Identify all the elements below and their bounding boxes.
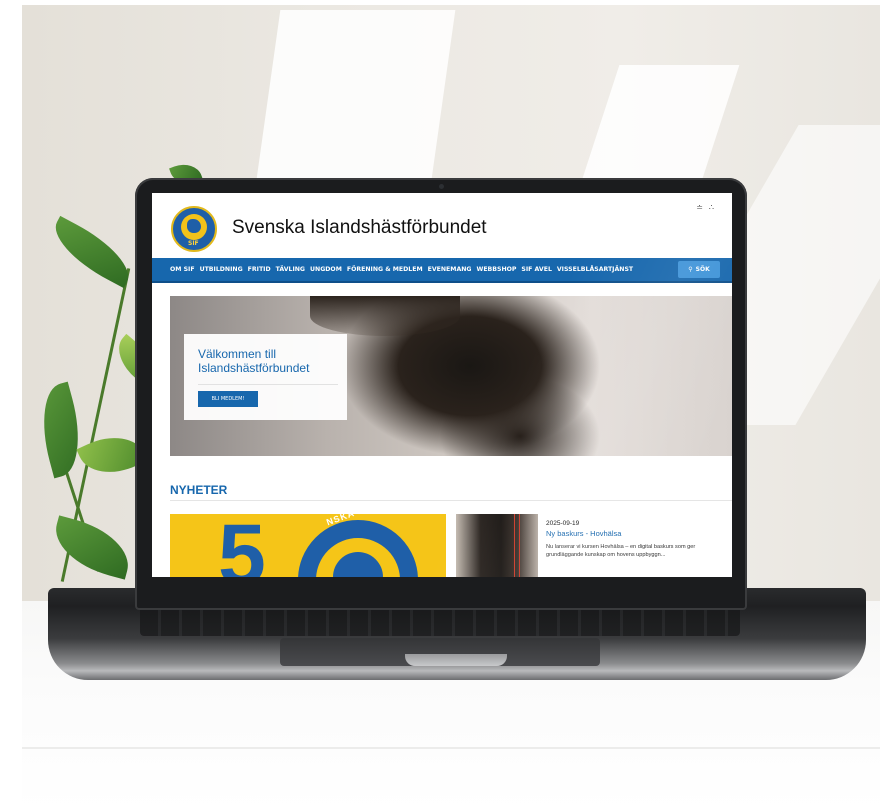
anniversary-number: 5	[218, 514, 266, 577]
main-navigation: OM SIF UTBILDNING FRITID TÄVLING UNGDOM …	[152, 258, 732, 283]
thumbnail-detail	[519, 514, 520, 577]
news-divider	[170, 500, 732, 501]
sunlight-patch	[253, 10, 456, 200]
nav-item-utbildning[interactable]: UTBILDNING	[200, 266, 243, 273]
news-description: Nu lanserar vi kursen Hovhälsa – en digi…	[546, 544, 696, 558]
hero-banner: Välkommen till Islandshästförbundet BLI …	[170, 296, 732, 456]
nav-items: OM SIF UTBILDNING FRITID TÄVLING UNGDOM …	[170, 266, 633, 273]
thumbnail-detail	[514, 514, 515, 577]
become-member-button[interactable]: BLI MEDLEM!	[198, 391, 258, 407]
search-icon: ⚲	[688, 266, 693, 273]
rss-icon[interactable]: ≐	[696, 203, 709, 212]
nav-item-sif-avel[interactable]: SIF AVEL	[521, 266, 551, 273]
top-utility-icons: ≐∴	[696, 203, 720, 212]
horse-image	[310, 296, 460, 336]
table-edge	[22, 747, 880, 749]
logo-text: SIF	[188, 240, 199, 247]
site-title[interactable]: Svenska Islandshästförbundet	[232, 217, 487, 239]
horse-icon	[333, 552, 383, 577]
news-item[interactable]: 2025-09-19 Ny baskurs - Hovhälsa Nu lans…	[456, 514, 732, 577]
nav-item-visselblasartjanst[interactable]: VISSELBLÅSARTJÄNST	[557, 266, 633, 273]
news-date: 2025-09-19	[546, 520, 580, 527]
laptop-keyboard	[140, 606, 740, 636]
sif-emblem	[298, 520, 418, 577]
sitemap-icon[interactable]: ∴	[709, 203, 720, 212]
site-header: SIF Svenska Islandshästförbundet ≐∴	[152, 193, 732, 257]
laptop-notch	[405, 654, 507, 666]
nav-item-forening-medlem[interactable]: FÖRENING & MEDLEM	[347, 266, 423, 273]
browser-screen: SIF Svenska Islandshästförbundet ≐∴ OM S…	[152, 193, 732, 577]
sif-logo[interactable]: SIF	[171, 206, 217, 252]
search-button[interactable]: ⚲ SÖK	[678, 261, 720, 278]
hero-card: Välkommen till Islandshästförbundet BLI …	[184, 334, 347, 420]
search-label: SÖK	[695, 266, 710, 273]
news-thumbnail[interactable]	[456, 514, 538, 577]
hero-title: Välkommen till Islandshästförbundet	[198, 347, 310, 375]
nav-item-evenemang[interactable]: EVENEMANG	[428, 266, 472, 273]
news-heading: NYHETER	[170, 483, 228, 497]
nav-item-webbshop[interactable]: WEBBSHOP	[477, 266, 517, 273]
nav-item-om-sif[interactable]: OM SIF	[170, 266, 195, 273]
horse-icon	[187, 219, 201, 233]
hero-divider	[198, 384, 338, 385]
news-title-link[interactable]: Ny baskurs - Hovhälsa	[546, 529, 621, 538]
featured-news-card[interactable]: 5 NSKA ISLANDSHÄSTFÖRBUN	[170, 514, 446, 577]
camera-icon	[439, 184, 444, 189]
nav-item-fritid[interactable]: FRITID	[248, 266, 271, 273]
nav-item-ungdom[interactable]: UNGDOM	[310, 266, 342, 273]
nav-item-tavling[interactable]: TÄVLING	[276, 266, 305, 273]
